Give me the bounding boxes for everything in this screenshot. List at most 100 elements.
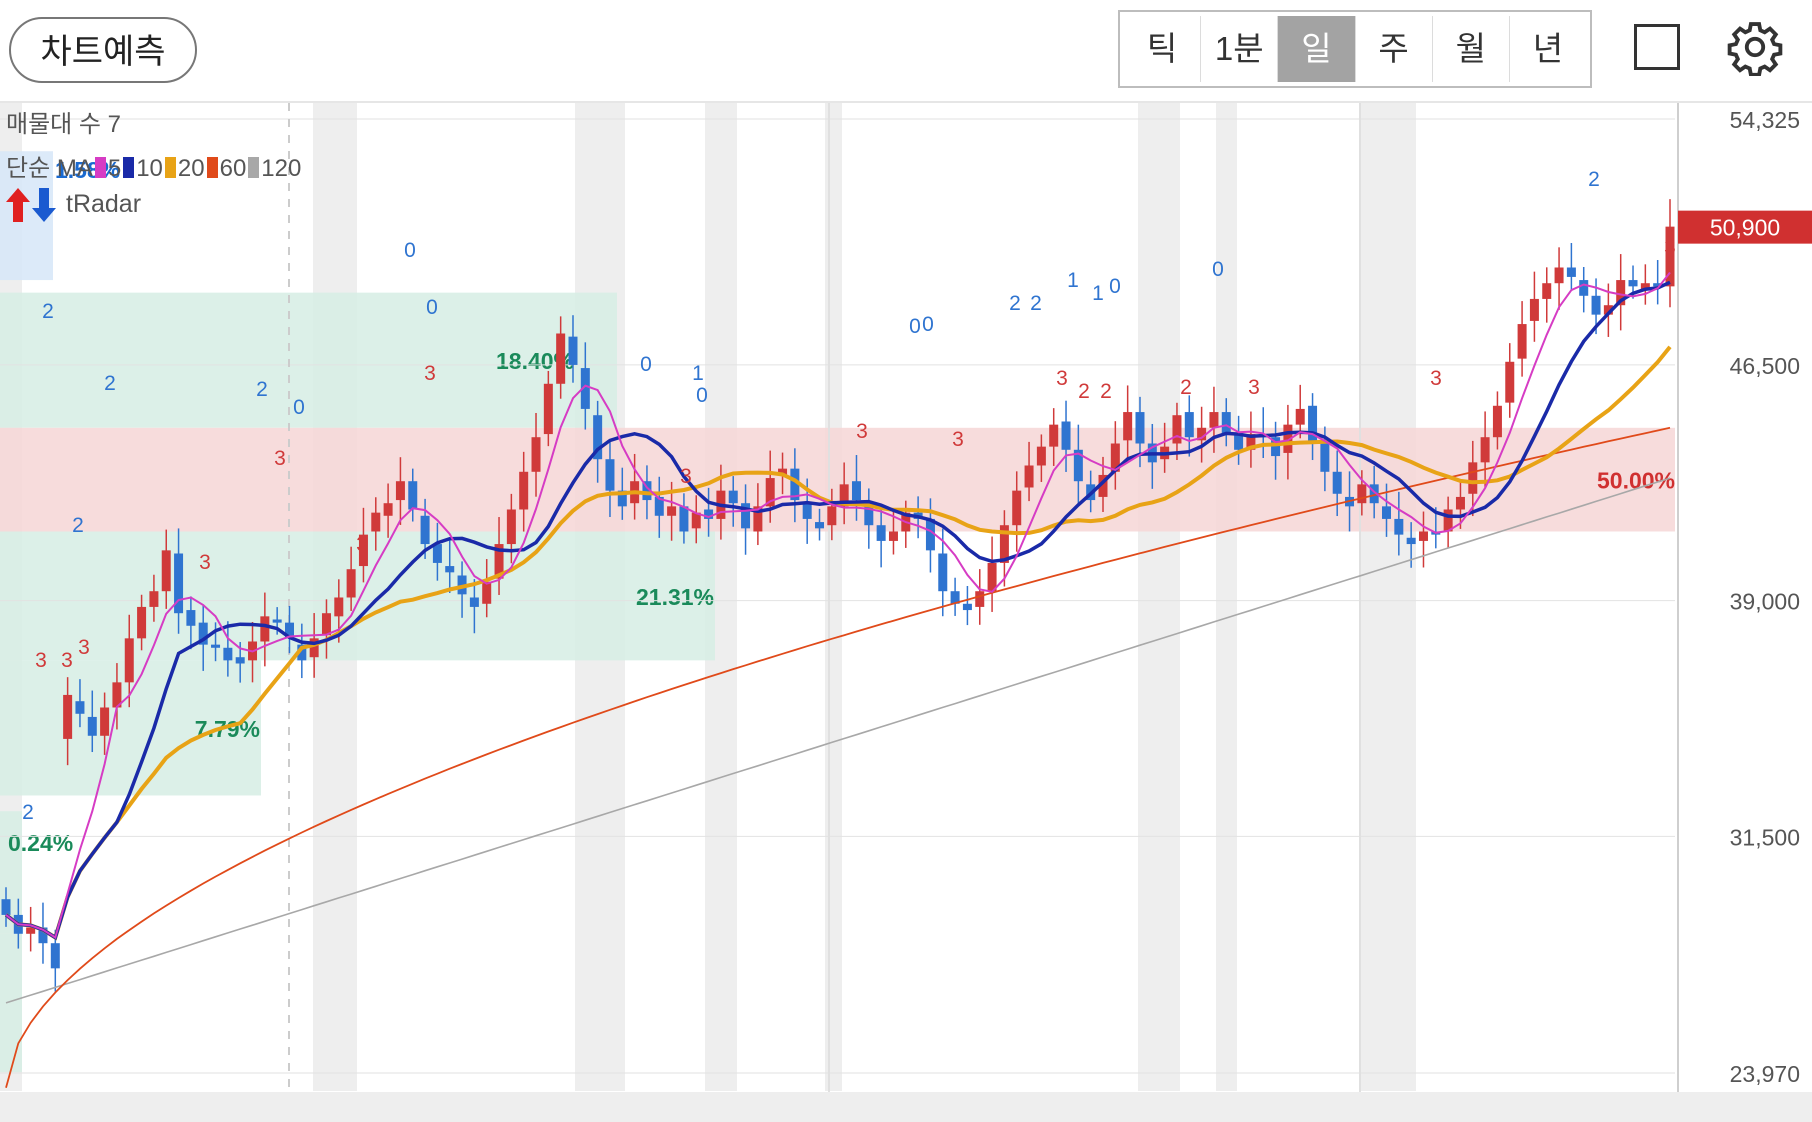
candle-body <box>506 509 516 545</box>
ma5-swatch <box>94 157 106 178</box>
signal-label: 0 <box>922 313 934 336</box>
candle-body <box>63 694 73 739</box>
y-tick-label: 54,325 <box>1730 107 1800 133</box>
candle-body <box>1505 361 1515 403</box>
candle-body <box>802 503 812 519</box>
candle-body <box>1123 412 1133 441</box>
price-chart[interactable]: 18.40%50.00%21.31%7.79%1.58%0.24%0.68%22… <box>0 103 1812 1092</box>
signal-label: 3 <box>424 362 436 385</box>
time-band <box>1360 103 1416 1091</box>
candle-body <box>1566 267 1576 277</box>
candle-body <box>1455 496 1465 510</box>
tab-tick[interactable]: 틱 <box>1124 16 1202 82</box>
candle-body <box>100 707 110 736</box>
candle-body <box>1320 443 1330 472</box>
candle-body <box>1295 408 1305 425</box>
candle-body <box>1542 283 1552 299</box>
candle-body <box>1591 295 1601 315</box>
signal-label: 2 <box>72 514 84 537</box>
candle-body <box>137 606 147 639</box>
candle-body <box>186 610 196 626</box>
time-band <box>1138 103 1180 1091</box>
candle-body <box>1468 462 1478 494</box>
candle-body <box>556 333 566 384</box>
candle-body <box>149 591 159 607</box>
candle-body <box>1628 280 1638 287</box>
tab-week[interactable]: 주 <box>1356 16 1433 82</box>
candle-body <box>1012 490 1022 526</box>
candle-body <box>383 503 393 516</box>
candle-body <box>1492 405 1502 438</box>
signal-label: 2 <box>256 378 268 401</box>
signal-label: 2 <box>42 300 54 323</box>
signal-label: 2 <box>1100 380 1112 403</box>
signal-label: 0 <box>909 315 921 338</box>
signal-label: 0 <box>293 396 305 419</box>
candle-body <box>346 569 356 598</box>
signal-label: 3 <box>35 649 47 672</box>
tab-1min[interactable]: 1분 <box>1201 16 1279 82</box>
signal-label: 3 <box>1248 376 1260 399</box>
radar-label: tRadar <box>66 190 142 218</box>
signal-label: 1 <box>1067 269 1079 292</box>
tab-year[interactable]: 년 <box>1510 16 1586 82</box>
candle-body <box>1382 506 1392 519</box>
chart-predict-button[interactable]: 차트예측 <box>9 17 197 83</box>
candle-body <box>1024 465 1034 488</box>
candle-body <box>519 471 529 510</box>
candle-body <box>851 481 861 501</box>
signal-label: 0 <box>1212 258 1224 281</box>
candle-body <box>531 437 541 472</box>
candle-body <box>1036 446 1046 466</box>
y-tick-label: 31,500 <box>1730 824 1800 850</box>
signal-label: 1 <box>692 362 704 385</box>
candle-body <box>1418 531 1428 541</box>
gear-icon[interactable] <box>1726 18 1784 76</box>
candle-body <box>1529 298 1539 321</box>
signal-label: 3 <box>1056 367 1068 390</box>
candle-body <box>987 562 997 592</box>
ma120-swatch <box>248 157 260 178</box>
candle-body <box>827 506 837 526</box>
candle-body <box>1579 280 1589 296</box>
fullscreen-square-icon[interactable] <box>1634 24 1680 70</box>
candle-body <box>728 490 738 504</box>
ma-legend-prefix: 단순 MA <box>6 155 93 182</box>
tab-month[interactable]: 월 <box>1433 16 1510 82</box>
candle-body <box>1394 518 1404 535</box>
signal-label: 3 <box>78 636 90 659</box>
candle-body <box>75 701 85 714</box>
candle-body <box>408 481 418 510</box>
candle-body <box>432 544 442 563</box>
signal-label: 3 <box>274 447 286 470</box>
candle-body <box>605 459 615 491</box>
candle-body <box>1172 415 1182 444</box>
signal-label: 3 <box>1430 367 1442 390</box>
candle-body <box>938 553 948 592</box>
candle-body <box>1209 412 1219 428</box>
y-tick-label: 39,000 <box>1730 589 1800 615</box>
ma20-label: 20 <box>177 155 205 182</box>
candle-body <box>1049 424 1059 447</box>
signal-label: 0 <box>426 296 438 319</box>
time-band <box>1216 103 1237 1091</box>
candle-body <box>1221 412 1231 435</box>
signal-label: 0 <box>1109 275 1121 298</box>
y-tick-label: 23,970 <box>1730 1061 1800 1087</box>
signal-label: 3 <box>199 551 211 574</box>
candle-body <box>50 943 60 969</box>
ma5-label: 5 <box>107 155 122 182</box>
period-selector: 틱 1분 일 주 월 년 <box>1118 10 1592 88</box>
ma60-swatch <box>206 157 218 178</box>
signal-label: 3 <box>856 420 868 443</box>
ma10-swatch <box>123 157 135 178</box>
candle-body <box>161 550 171 592</box>
candle-body <box>975 591 985 607</box>
candle-body <box>420 515 430 545</box>
candle-body <box>334 597 344 617</box>
tab-day[interactable]: 일 <box>1278 16 1356 82</box>
signal-label: 2 <box>1180 376 1192 399</box>
candle-body <box>1 899 11 915</box>
candle-body <box>1135 412 1145 444</box>
zone-percent-label: 21.31% <box>636 584 714 610</box>
